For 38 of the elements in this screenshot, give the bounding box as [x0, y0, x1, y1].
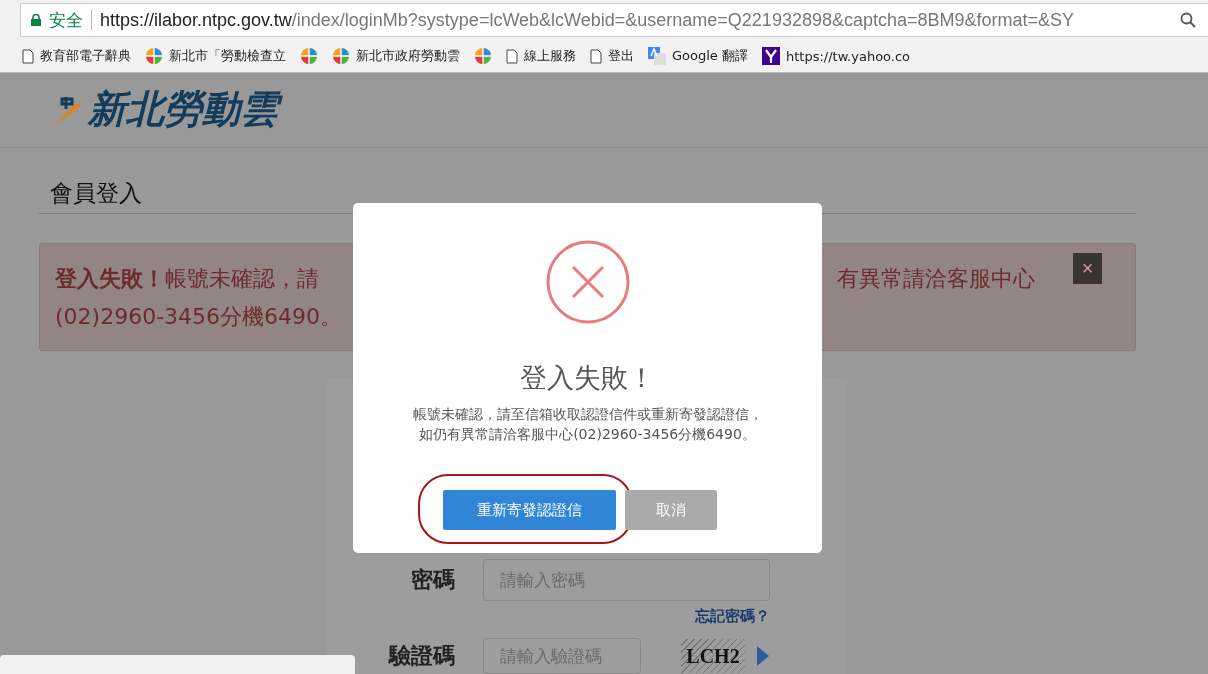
dialog-message: 如仍有異常請洽客服中心(02)2960-3456分機6490。 [418, 425, 757, 444]
address-bar[interactable]: 安全 https://ilabor.ntpc.gov.tw/index/loginMb?systype=lcWeb&lcWebid=&username=Q221932898&captcha=8BM9&format=&SY [20, 3, 1208, 37]
yahoo-icon [762, 47, 780, 65]
bookmark-item[interactable]: 線上服務 [506, 47, 576, 65]
dialog-title: 登入失敗！ [520, 361, 655, 395]
bookmark-item[interactable]: 新北市政府勞動雲 [332, 47, 460, 65]
alert-text: 有異常請洽客服中心 [837, 265, 1035, 293]
page-icon [506, 48, 518, 64]
close-button[interactable]: × [1073, 253, 1102, 284]
captcha-image: LCH2 [681, 639, 745, 673]
bookmark-item[interactable]: 教育部電子辭典 [22, 47, 131, 65]
dialog-button[interactable]: 重新寄發認證信 [442, 490, 616, 530]
color-globe-icon [300, 47, 318, 65]
url-text: https://ilabor.ntpc.gov.tw/index/loginMb?systype=lcWeb&lcWebid=&username=Q221932898&captcha=8BM9&format=&SY [100, 9, 1076, 31]
dialog-message: 帳號未確認，請至信箱收取認證信件或重新寄發認證信， [412, 405, 763, 424]
security-label: 安全 [49, 8, 83, 32]
field-label: 驗證碼 [387, 642, 455, 670]
alert-text: (02)2960-3456分機6490。 [55, 303, 344, 331]
color-globe-icon [145, 47, 163, 65]
page-icon [22, 48, 34, 64]
field-label: 密碼 [410, 566, 455, 594]
zoom-icon[interactable] [1180, 12, 1196, 28]
bookmark-item[interactable] [474, 47, 492, 65]
error-icon [545, 240, 630, 324]
bookmark-item[interactable]: 登出 [590, 47, 634, 65]
color-globe-icon [332, 47, 350, 65]
play-icon[interactable] [757, 646, 769, 666]
bookmark-item[interactable]: https://tw.yahoo.co [762, 47, 911, 65]
color-globe-icon [474, 47, 492, 65]
translate-icon [648, 47, 666, 65]
alert-text: 登入失敗！帳號未確認，請 [55, 265, 319, 293]
bookmark-item[interactable]: 新北市「勞動檢查立 [145, 47, 286, 65]
site-logo[interactable]: 新北勞動雲 [52, 79, 288, 141]
forgot-password-link[interactable]: 忘記密碼？ [695, 607, 770, 625]
lock-icon [31, 14, 41, 26]
bookmark-item[interactable]: Google 翻譯 [648, 47, 748, 65]
page-icon [590, 48, 602, 64]
bookmark-item[interactable] [300, 47, 318, 65]
